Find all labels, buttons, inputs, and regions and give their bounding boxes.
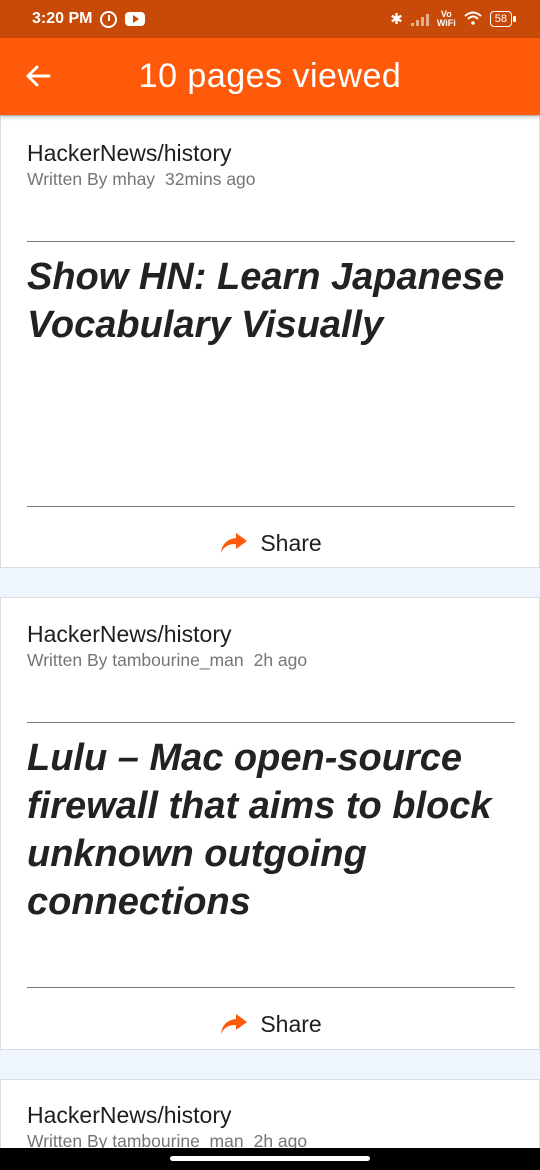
card-title-line: unknown outgoing — [27, 833, 367, 875]
vowifi-icon: Vo WiFi — [437, 10, 456, 28]
card-title[interactable]: Lulu – Mac open-source firewall that aim… — [27, 734, 517, 926]
home-indicator[interactable] — [170, 1156, 370, 1161]
bluetooth-icon: ✱ — [390, 11, 403, 28]
status-right: ✱ Vo WiFi 58 — [390, 10, 517, 28]
status-bar: 3:20 PM ✱ Vo WiFi 58 — [0, 0, 540, 38]
alarm-icon — [100, 10, 118, 28]
share-label: Share — [260, 1010, 322, 1037]
card-time: 2h ago — [253, 650, 308, 670]
article-card[interactable]: HackerNews/history Written By tambourine… — [0, 597, 540, 1050]
card-title-line: Vocabulary Visually — [27, 304, 384, 346]
status-left: 3:20 PM — [32, 10, 146, 28]
divider — [27, 722, 515, 723]
card-meta: Written By tambourine_man 2h ago — [27, 650, 307, 671]
card-title-line: Lulu – Mac open-source — [27, 737, 462, 779]
card-author: Written By tambourine_man — [27, 650, 244, 670]
card-title-line: firewall that aims to block — [27, 785, 492, 827]
card-meta: Written By mhay 32mins ago — [27, 169, 256, 190]
card-source[interactable]: HackerNews/history — [27, 621, 232, 648]
battery-icon: 58 — [489, 11, 517, 27]
card-title-line: connections — [27, 881, 251, 923]
article-card[interactable]: HackerNews/history Written By mhay 32mins… — [0, 115, 540, 568]
divider — [27, 987, 515, 988]
page-title: 10 pages viewed — [138, 57, 402, 95]
share-arrow-icon — [221, 1014, 248, 1034]
divider — [27, 506, 515, 507]
youtube-icon — [125, 12, 146, 26]
card-title[interactable]: Show HN: Learn Japanese Vocabulary Visua… — [27, 253, 517, 349]
clock: 3:20 PM — [32, 10, 93, 27]
card-title-line: Show HN: Learn Japanese — [27, 256, 505, 298]
vowifi-label-bottom: WiFi — [436, 18, 456, 28]
share-label: Share — [260, 529, 322, 556]
history-feed[interactable]: HackerNews/history Written By mhay 32mins… — [0, 115, 540, 1170]
card-spacer — [0, 1050, 540, 1079]
wifi-icon — [464, 11, 482, 28]
system-nav-bar — [0, 1148, 540, 1170]
share-arrow-icon — [221, 533, 248, 553]
signal-icon — [410, 12, 429, 26]
card-source[interactable]: HackerNews/history — [27, 1102, 232, 1129]
battery-level: 58 — [494, 13, 507, 25]
share-button[interactable]: Share — [1, 523, 540, 563]
card-source[interactable]: HackerNews/history — [27, 140, 232, 167]
card-author: Written By mhay — [27, 169, 156, 189]
card-time: 32mins ago — [165, 169, 256, 189]
divider — [27, 241, 515, 242]
app-bar: 10 pages viewed — [0, 38, 540, 115]
share-button[interactable]: Share — [1, 1004, 540, 1044]
card-spacer — [0, 568, 540, 597]
